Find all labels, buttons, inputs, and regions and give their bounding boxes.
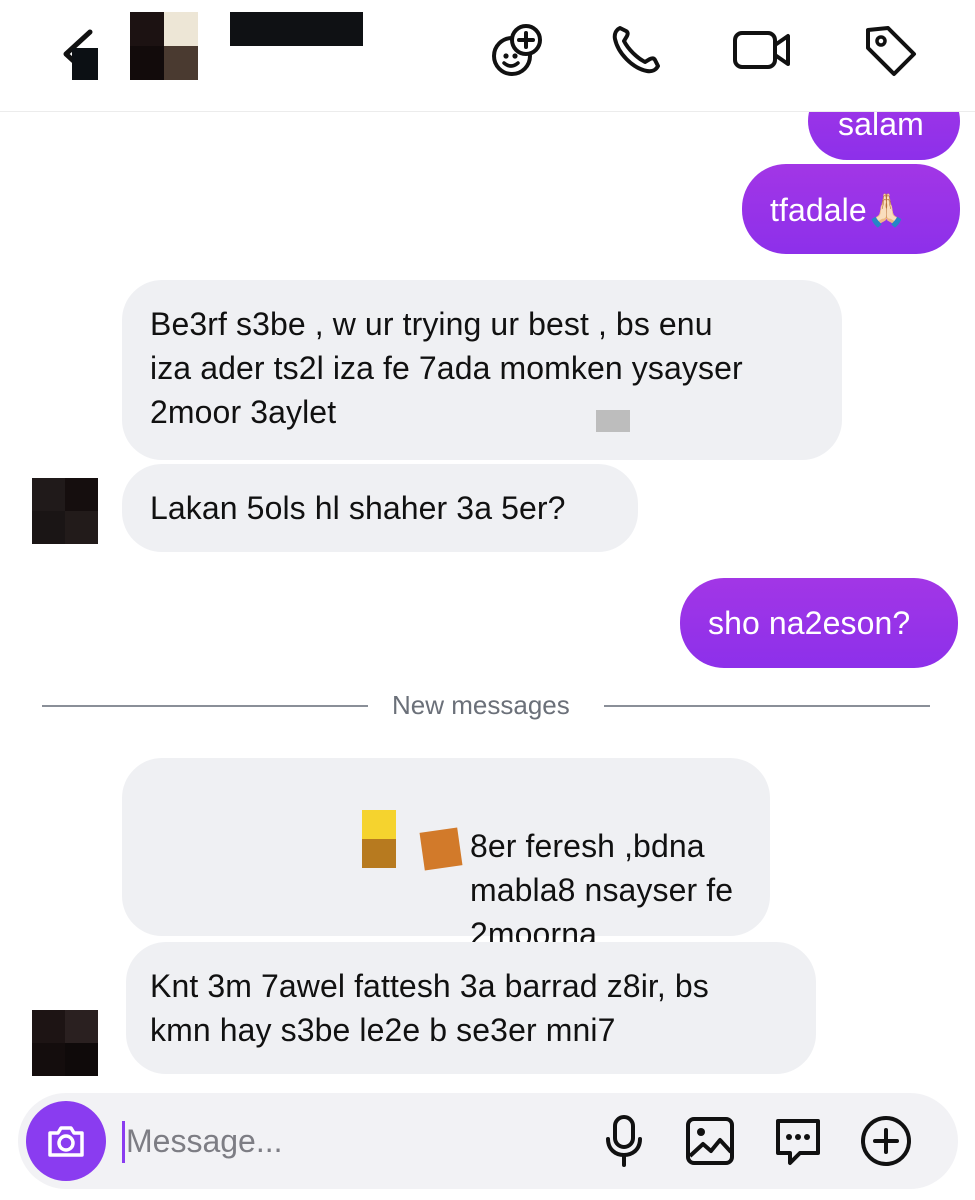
divider-line-right bbox=[604, 705, 930, 707]
message-text: Lakan 5ols hl shaher 3a 5er? bbox=[150, 490, 566, 526]
new-messages-divider: New messages bbox=[392, 690, 570, 720]
camera-button[interactable] bbox=[26, 1101, 106, 1181]
message-text: salam bbox=[838, 112, 924, 142]
message-input[interactable] bbox=[126, 1115, 556, 1167]
message-text: tfadale🙏🏻 bbox=[770, 192, 907, 228]
contact-name-redacted[interactable] bbox=[230, 12, 363, 46]
sender-avatar[interactable] bbox=[32, 478, 98, 544]
message-text: Knt 3m 7awel fattesh 3a barrad z8ir, bs … bbox=[150, 968, 709, 1048]
back-button[interactable] bbox=[56, 26, 106, 86]
more-options-button[interactable] bbox=[856, 1111, 916, 1171]
tag-button[interactable] bbox=[858, 18, 922, 82]
video-call-button[interactable] bbox=[730, 18, 794, 82]
tag-icon bbox=[866, 26, 916, 76]
message-text: Be3rf s3be , w ur trying ur best , bs en… bbox=[150, 306, 743, 430]
message-text: 8er feresh ,bdna mabla8 nsayser fe 2moor… bbox=[470, 828, 734, 952]
redaction-mark bbox=[596, 410, 630, 432]
text-cursor bbox=[122, 1121, 125, 1163]
message-bubble-incoming[interactable]: Knt 3m 7awel fattesh 3a barrad z8ir, bs … bbox=[126, 942, 816, 1074]
message-bubble-incoming[interactable]: Be3rf s3be , w ur trying ur best , bs en… bbox=[122, 280, 842, 460]
message-composer bbox=[18, 1093, 958, 1189]
emoji-redacted bbox=[419, 827, 463, 871]
contact-avatar[interactable] bbox=[130, 12, 198, 80]
back-icon bbox=[63, 29, 98, 80]
camera-icon bbox=[48, 1126, 84, 1157]
voice-call-button[interactable] bbox=[604, 18, 668, 82]
video-icon bbox=[733, 31, 790, 69]
gallery-button[interactable] bbox=[680, 1111, 740, 1171]
message-text: sho na2eson? bbox=[708, 605, 911, 641]
message-bubble-outgoing[interactable]: tfadale🙏🏻 bbox=[742, 164, 960, 254]
message-bubble-incoming[interactable]: Lakan 5ols hl shaher 3a 5er? bbox=[122, 464, 638, 552]
voice-message-button[interactable] bbox=[594, 1111, 654, 1171]
phone-icon bbox=[612, 26, 660, 74]
divider-line-left bbox=[42, 705, 368, 707]
image-icon bbox=[686, 1117, 734, 1165]
message-thread[interactable]: salam tfadale🙏🏻 Be3rf s3be , w ur trying… bbox=[0, 112, 975, 1092]
emoji-redacted bbox=[362, 810, 396, 868]
chat-header bbox=[0, 0, 975, 112]
sender-avatar[interactable] bbox=[32, 1010, 98, 1076]
effects-icon bbox=[492, 24, 542, 76]
sticker-button[interactable] bbox=[768, 1111, 828, 1171]
plus-icon bbox=[861, 1116, 911, 1166]
effects-button[interactable] bbox=[484, 18, 548, 82]
microphone-icon bbox=[606, 1115, 642, 1167]
message-bubble-outgoing[interactable]: sho na2eson? bbox=[680, 578, 958, 668]
message-bubble-outgoing[interactable]: salam bbox=[808, 112, 960, 160]
message-bubble-incoming[interactable]: 8er feresh ,bdna mabla8 nsayser fe 2moor… bbox=[122, 758, 770, 952]
sticker-icon bbox=[776, 1119, 820, 1165]
